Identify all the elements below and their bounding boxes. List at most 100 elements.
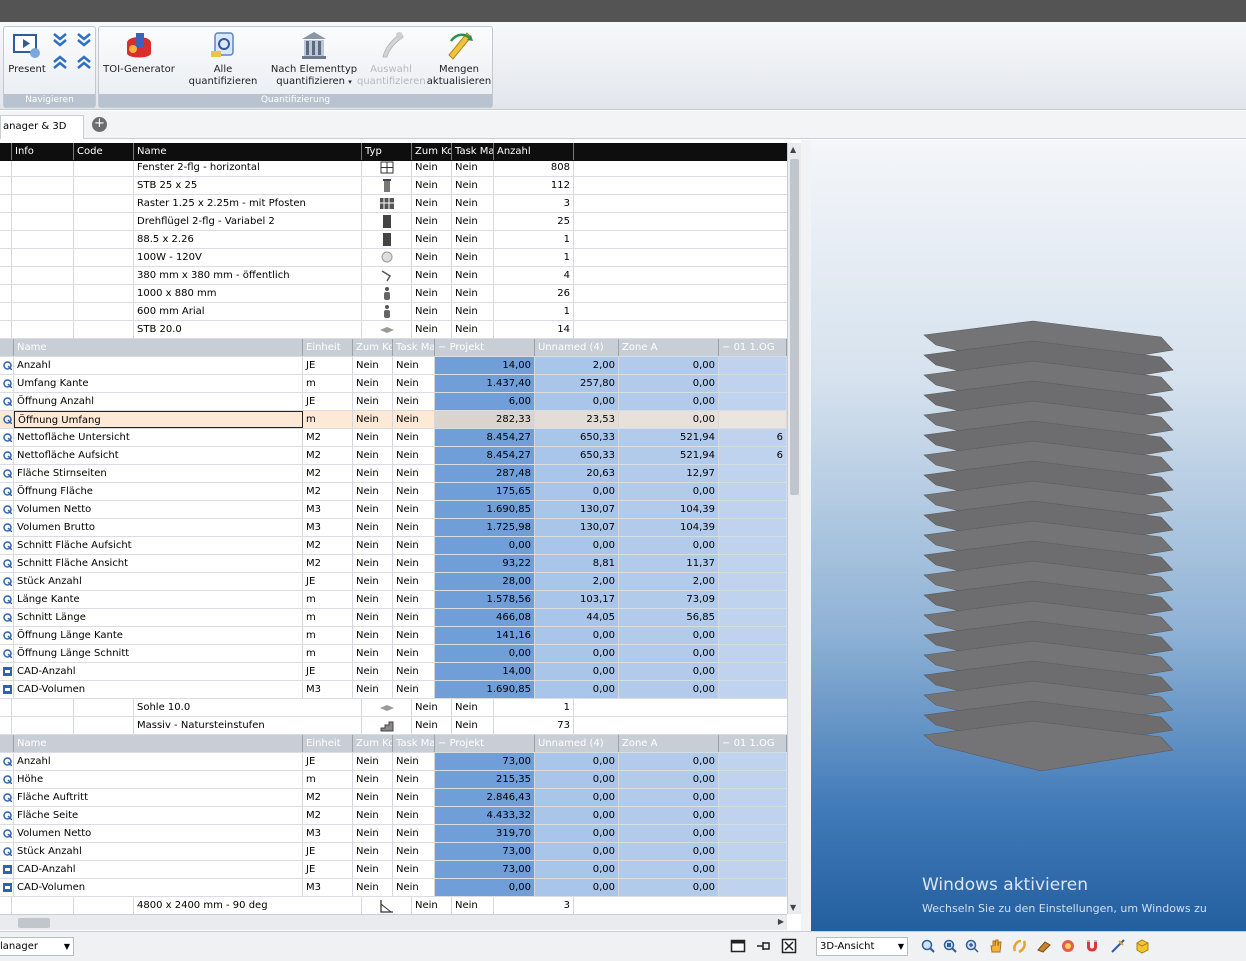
element-row[interactable]: 4800 x 2400 mm - 90 deg Nein Nein 3 <box>0 897 787 914</box>
quantity-row[interactable]: Öffnung Umfang m Nein Nein 282,33 23,53 0,00 <box>0 411 787 429</box>
zoom-all-icon[interactable] <box>920 938 936 954</box>
zum-kontrolle-cell[interactable]: Nein <box>412 177 452 194</box>
row-expander[interactable] <box>0 267 12 284</box>
task-manager-cell[interactable]: Nein <box>393 663 435 680</box>
task-manager-cell[interactable]: Nein <box>452 699 494 716</box>
zum-kontrolle-cell[interactable]: Nein <box>412 321 452 338</box>
task-manager-cell[interactable]: Nein <box>452 321 494 338</box>
pane-splitter[interactable] <box>801 140 811 932</box>
column-header-task-manager[interactable]: Task Ma <box>393 735 435 752</box>
zum-kontrolle-cell[interactable]: Nein <box>412 717 452 734</box>
zum-kontrolle-cell[interactable]: Nein <box>412 195 452 212</box>
column-header-projekt[interactable]: − Projekt <box>435 339 535 356</box>
zoom-in-icon[interactable] <box>964 938 980 954</box>
collapse-all-icon[interactable] <box>52 31 68 71</box>
zum-kontrolle-cell[interactable]: Nein <box>353 393 393 410</box>
task-manager-cell[interactable]: Nein <box>393 465 435 482</box>
quantity-row[interactable]: Öffnung Anzahl JE Nein Nein 6,00 0,00 0,00 <box>0 393 787 411</box>
task-manager-cell[interactable]: Nein <box>393 843 435 860</box>
collapse-group-icon[interactable]: − <box>722 342 734 353</box>
walk-icon[interactable] <box>1036 938 1052 954</box>
column-header-01-og[interactable]: − 01 1.OG <box>719 339 787 356</box>
quantity-row[interactable]: Anzahl JE Nein Nein 14,00 2,00 0,00 <box>0 357 787 375</box>
zum-kontrolle-cell[interactable]: Nein <box>353 447 393 464</box>
task-manager-cell[interactable]: Nein <box>393 573 435 590</box>
pin-icon[interactable] <box>756 938 772 954</box>
quantity-row[interactable]: CAD-Volumen M3 Nein Nein 0,00 0,00 0,00 <box>0 879 787 897</box>
element-row[interactable]: 600 mm Arial Nein Nein 1 <box>0 303 787 321</box>
quantity-row[interactable]: Höhe m Nein Nein 215,35 0,00 0,00 <box>0 771 787 789</box>
task-manager-cell[interactable]: Nein <box>452 195 494 212</box>
zum-kontrolle-cell[interactable]: Nein <box>412 699 452 716</box>
column-header-zone-a[interactable]: Zone A <box>619 735 719 752</box>
collapse-group-icon[interactable]: − <box>438 738 450 749</box>
row-expander[interactable] <box>0 321 12 338</box>
task-manager-cell[interactable]: Nein <box>393 555 435 572</box>
zum-kontrolle-cell[interactable]: Nein <box>353 501 393 518</box>
zum-kontrolle-cell[interactable]: Nein <box>353 357 393 374</box>
zum-kontrolle-cell[interactable]: Nein <box>353 591 393 608</box>
element-row[interactable]: Raster 1.25 x 2.25m - mit Pfosten Nein Nei… <box>0 195 787 213</box>
row-expander[interactable] <box>0 897 12 914</box>
quantity-row[interactable]: CAD-Anzahl JE Nein Nein 73,00 0,00 0,00 <box>0 861 787 879</box>
column-header-unnamed[interactable]: Unnamed (4) <box>535 735 619 752</box>
collapse-group-icon[interactable]: − <box>722 738 734 749</box>
column-header-einheit[interactable]: Einheit <box>303 339 353 356</box>
column-header-unnamed[interactable]: Unnamed (4) <box>535 339 619 356</box>
zoom-window-icon[interactable] <box>942 938 958 954</box>
collapse-group-icon[interactable]: − <box>438 342 450 353</box>
column-header-anzahl[interactable]: Anzahl <box>494 143 574 160</box>
row-expander[interactable] <box>0 213 12 230</box>
quantity-row[interactable]: Länge Kante m Nein Nein 1.578,56 103,17 73,09 <box>0 591 787 609</box>
task-manager-cell[interactable]: Nein <box>393 609 435 626</box>
task-manager-cell[interactable]: Nein <box>393 375 435 392</box>
quantity-row[interactable]: Schnitt Länge m Nein Nein 466,08 44,05 56,85 <box>0 609 787 627</box>
task-manager-cell[interactable]: Nein <box>393 429 435 446</box>
task-manager-cell[interactable]: Nein <box>393 537 435 554</box>
expand-all-icon[interactable] <box>76 31 92 71</box>
column-header-info[interactable]: Info <box>12 143 74 160</box>
zum-kontrolle-cell[interactable]: Nein <box>353 537 393 554</box>
task-manager-cell[interactable]: Nein <box>393 771 435 788</box>
task-manager-cell[interactable]: Nein <box>393 627 435 644</box>
zum-kontrolle-cell[interactable]: Nein <box>353 483 393 500</box>
add-tab-icon[interactable]: + <box>92 117 107 132</box>
zum-kontrolle-cell[interactable]: Nein <box>353 825 393 842</box>
zum-kontrolle-cell[interactable]: Nein <box>353 879 393 896</box>
manager-select[interactable]: lanager ▼ <box>0 937 74 956</box>
element-row[interactable]: 100W - 120V Nein Nein 1 <box>0 249 787 267</box>
zum-kontrolle-cell[interactable]: Nein <box>412 231 452 248</box>
zum-kontrolle-cell[interactable]: Nein <box>353 627 393 644</box>
task-manager-cell[interactable]: Nein <box>452 249 494 266</box>
task-manager-cell[interactable]: Nein <box>452 177 494 194</box>
task-manager-cell[interactable]: Nein <box>393 357 435 374</box>
column-header-quantity-name[interactable]: Name <box>14 735 303 752</box>
task-manager-cell[interactable]: Nein <box>393 591 435 608</box>
zum-kontrolle-cell[interactable]: Nein <box>353 429 393 446</box>
quantity-row[interactable]: Stück Anzahl JE Nein Nein 73,00 0,00 0,00 <box>0 843 787 861</box>
quantity-row[interactable]: Öffnung Fläche M2 Nein Nein 175,65 0,00 0,00 <box>0 483 787 501</box>
zum-kontrolle-cell[interactable]: Nein <box>412 213 452 230</box>
quantity-row[interactable]: Anzahl JE Nein Nein 73,00 0,00 0,00 <box>0 753 787 771</box>
zum-kontrolle-cell[interactable]: Nein <box>412 267 452 284</box>
task-manager-cell[interactable]: Nein <box>393 753 435 770</box>
column-header-einheit[interactable]: Einheit <box>303 735 353 752</box>
zum-kontrolle-cell[interactable]: Nein <box>353 519 393 536</box>
element-row[interactable]: Fenster 2-flg - horizontal Nein Nein 808 <box>0 159 787 177</box>
scroll-right-icon[interactable]: ▶ <box>778 917 784 926</box>
measure-icon[interactable] <box>1110 938 1126 954</box>
column-header-quantity-name[interactable]: Name <box>14 339 303 356</box>
magnet-icon[interactable] <box>1084 938 1100 954</box>
present-button[interactable]: Present <box>6 29 48 76</box>
task-manager-cell[interactable]: Nein <box>452 897 494 914</box>
column-header-projekt[interactable]: − Projekt <box>435 735 535 752</box>
quantity-row[interactable]: Volumen Netto M3 Nein Nein 1.690,85 130,07 104… <box>0 501 787 519</box>
quantity-row[interactable]: Stück Anzahl JE Nein Nein 28,00 2,00 2,00 <box>0 573 787 591</box>
row-expander[interactable] <box>0 177 12 194</box>
toi-generator-button[interactable]: TOI-Generator <box>103 29 175 76</box>
zum-kontrolle-cell[interactable]: Nein <box>353 465 393 482</box>
column-header-zone-a[interactable]: Zone A <box>619 339 719 356</box>
task-manager-cell[interactable]: Nein <box>393 393 435 410</box>
task-manager-cell[interactable]: Nein <box>393 807 435 824</box>
task-manager-cell[interactable]: Nein <box>452 159 494 176</box>
